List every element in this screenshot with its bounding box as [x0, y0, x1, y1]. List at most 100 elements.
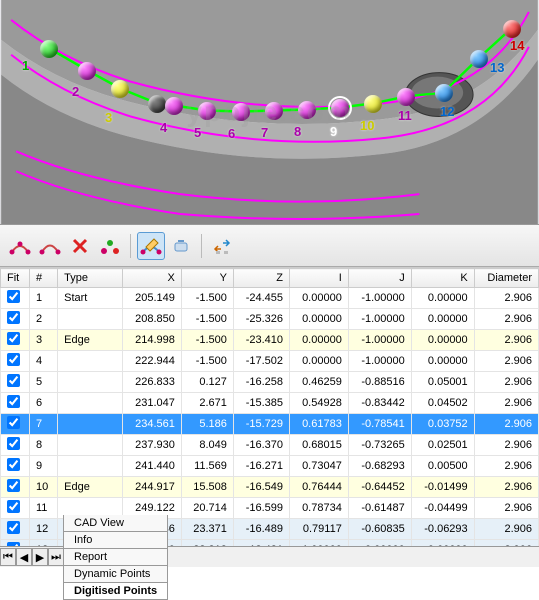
cell: 0.00000	[290, 288, 349, 309]
point-sphere-7[interactable]	[265, 102, 283, 120]
tab-dynamic-points[interactable]: Dynamic Points	[63, 566, 168, 583]
table-row[interactable]: 5226.8330.127-16.2580.46259-0.885160.050…	[1, 372, 539, 393]
fit-checkbox[interactable]	[7, 416, 20, 429]
table-row[interactable]: 9241.44011.569-16.2710.73047-0.682930.00…	[1, 456, 539, 477]
column-header[interactable]: Z	[233, 269, 289, 288]
cell: 0.04502	[411, 393, 474, 414]
table-row[interactable]: 10Edge244.91715.508-16.5490.76444-0.6445…	[1, 477, 539, 498]
point-label: 5	[194, 125, 201, 140]
cell	[58, 414, 123, 435]
tab-nav-first[interactable]: ⏮	[0, 548, 16, 566]
fit-checkbox[interactable]	[7, 353, 20, 366]
fit-checkbox[interactable]	[7, 311, 20, 324]
tab-cad-view[interactable]: CAD View	[63, 515, 168, 532]
column-header[interactable]: X	[123, 269, 182, 288]
point-sphere-aux[interactable]	[148, 95, 166, 113]
cell[interactable]	[1, 414, 30, 435]
fit-checkbox[interactable]	[7, 458, 20, 471]
tab-nav-prev[interactable]: ◀	[16, 548, 32, 566]
point-sphere-8[interactable]	[298, 101, 316, 119]
cell[interactable]	[1, 498, 30, 519]
cell: 0.00000	[290, 330, 349, 351]
tool-erase[interactable]	[167, 232, 195, 260]
point-sphere-1[interactable]	[40, 40, 58, 58]
cell: -1.500	[181, 288, 233, 309]
cell: 0.03752	[411, 414, 474, 435]
table-row[interactable]: 6231.0472.671-15.3850.54928-0.834420.045…	[1, 393, 539, 414]
cell[interactable]	[1, 351, 30, 372]
tool-edit-curve[interactable]	[137, 232, 165, 260]
points-table-container[interactable]: Fit#TypeXYZIJKDiameter 1Start205.149-1.5…	[0, 267, 539, 546]
column-header[interactable]: Fit	[1, 269, 30, 288]
cell: 2.906	[474, 456, 538, 477]
cell: 0.78734	[290, 498, 349, 519]
fit-checkbox[interactable]	[7, 542, 20, 546]
fit-checkbox[interactable]	[7, 521, 20, 534]
column-header[interactable]: I	[290, 269, 349, 288]
point-sphere-11[interactable]	[397, 88, 415, 106]
cell[interactable]	[1, 519, 30, 540]
point-sphere-14[interactable]	[503, 20, 521, 38]
cell[interactable]	[1, 372, 30, 393]
cell[interactable]	[1, 393, 30, 414]
table-row[interactable]: 2208.850-1.500-25.3260.00000-1.000000.00…	[1, 309, 539, 330]
cell: -24.455	[233, 288, 289, 309]
point-sphere-5[interactable]	[198, 102, 216, 120]
tab-report[interactable]: Report	[63, 549, 168, 566]
tool-points[interactable]	[96, 232, 124, 260]
fit-checkbox[interactable]	[7, 500, 20, 513]
cell[interactable]	[1, 309, 30, 330]
cell: 2.906	[474, 330, 538, 351]
tool-flip[interactable]	[208, 232, 236, 260]
cell: -0.64452	[348, 477, 411, 498]
fit-checkbox[interactable]	[7, 395, 20, 408]
tab-digitised-points[interactable]: Digitised Points	[63, 583, 168, 600]
cell[interactable]	[1, 456, 30, 477]
cell[interactable]	[1, 288, 30, 309]
cad-viewport[interactable]: 1234567891011121314 ypojie.com	[0, 0, 539, 225]
fit-checkbox[interactable]	[7, 374, 20, 387]
point-sphere-10[interactable]	[364, 95, 382, 113]
tab-info[interactable]: Info	[63, 532, 168, 549]
fit-checkbox[interactable]	[7, 479, 20, 492]
tab-nav-last[interactable]: ⏭	[48, 548, 64, 566]
cell[interactable]	[1, 435, 30, 456]
point-sphere-13[interactable]	[470, 50, 488, 68]
point-sphere-2[interactable]	[78, 62, 96, 80]
fit-checkbox[interactable]	[7, 290, 20, 303]
cell: -17.502	[233, 351, 289, 372]
tool-delete[interactable]	[66, 232, 94, 260]
cell: Start	[58, 288, 123, 309]
tab-bar: ⏮ ◀ ▶ ⏭ CAD ViewInfoReportDynamic Points…	[0, 546, 539, 567]
cell: 0.00000	[411, 309, 474, 330]
cell: 7	[29, 414, 57, 435]
tool-curve-2[interactable]	[36, 232, 64, 260]
fit-checkbox[interactable]	[7, 332, 20, 345]
point-sphere-6[interactable]	[232, 103, 250, 121]
table-row[interactable]: 8237.9308.049-16.3700.68015-0.732650.025…	[1, 435, 539, 456]
tab-nav-next[interactable]: ▶	[32, 548, 48, 566]
column-header[interactable]: #	[29, 269, 57, 288]
point-sphere-9[interactable]	[331, 99, 349, 117]
table-row[interactable]: 7234.5615.186-15.7290.61783-0.785410.037…	[1, 414, 539, 435]
point-sphere-3[interactable]	[111, 80, 129, 98]
cell: -0.01499	[411, 477, 474, 498]
fit-checkbox[interactable]	[7, 437, 20, 450]
column-header[interactable]: Y	[181, 269, 233, 288]
column-header[interactable]: Diameter	[474, 269, 538, 288]
table-row[interactable]: 3Edge214.998-1.500-23.4100.00000-1.00000…	[1, 330, 539, 351]
point-sphere-4[interactable]	[165, 97, 183, 115]
cell: -0.61487	[348, 498, 411, 519]
cell[interactable]	[1, 330, 30, 351]
cell: 231.047	[123, 393, 182, 414]
point-sphere-12[interactable]	[435, 84, 453, 102]
cell[interactable]	[1, 477, 30, 498]
cell: 2.906	[474, 393, 538, 414]
cell: -15.729	[233, 414, 289, 435]
table-row[interactable]: 4222.944-1.500-17.5020.00000-1.000000.00…	[1, 351, 539, 372]
table-row[interactable]: 1Start205.149-1.500-24.4550.00000-1.0000…	[1, 288, 539, 309]
column-header[interactable]: K	[411, 269, 474, 288]
tool-curve-1[interactable]	[6, 232, 34, 260]
column-header[interactable]: J	[348, 269, 411, 288]
column-header[interactable]: Type	[58, 269, 123, 288]
